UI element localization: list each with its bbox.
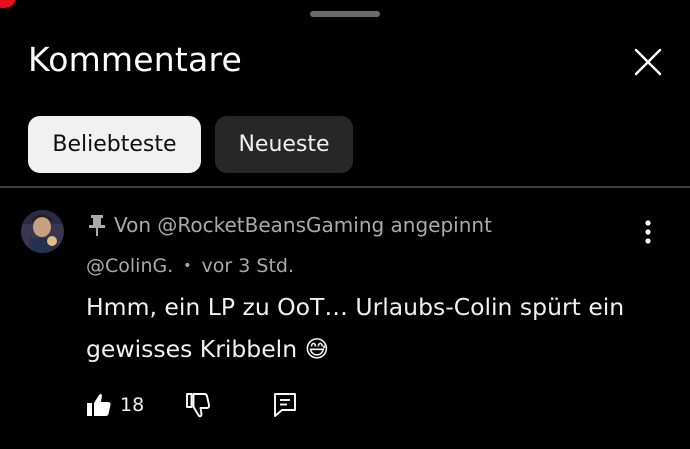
sort-chip-popular[interactable]: Beliebteste [28,116,201,173]
sheet-title: Kommentare [28,40,243,79]
pinned-indicator: Von @RocketBeansGaming angepinnt [86,210,492,240]
dislike-button[interactable] [183,389,213,421]
comment-author[interactable]: @ColinG. [86,255,173,277]
drag-handle[interactable] [310,11,380,17]
divider [0,186,690,188]
thumbs-up-filled-icon [87,394,111,416]
avatar[interactable] [21,210,64,253]
pinned-text: Von @RocketBeansGaming angepinnt [114,213,492,237]
meta-separator: • [183,258,192,274]
close-icon [634,48,662,76]
more-vertical-icon [645,220,651,244]
like-button[interactable]: 18 [86,389,144,421]
close-button[interactable] [628,42,668,82]
thumbs-down-icon [186,393,211,418]
pin-icon [89,215,105,236]
comment-reply-icon [274,393,296,417]
notification-dot [0,0,16,8]
comment-text: Hmm, ein LP zu OoT… Urlaubs-Colin spürt … [86,293,625,363]
comment-timestamp: vor 3 Std. [201,255,294,277]
sort-chip-newest[interactable]: Neueste [215,116,353,173]
comment-meta: @ColinG. • vor 3 Std. [86,253,294,279]
like-count: 18 [120,394,145,416]
reply-button[interactable] [272,389,298,421]
comment-menu-button[interactable] [636,214,660,250]
